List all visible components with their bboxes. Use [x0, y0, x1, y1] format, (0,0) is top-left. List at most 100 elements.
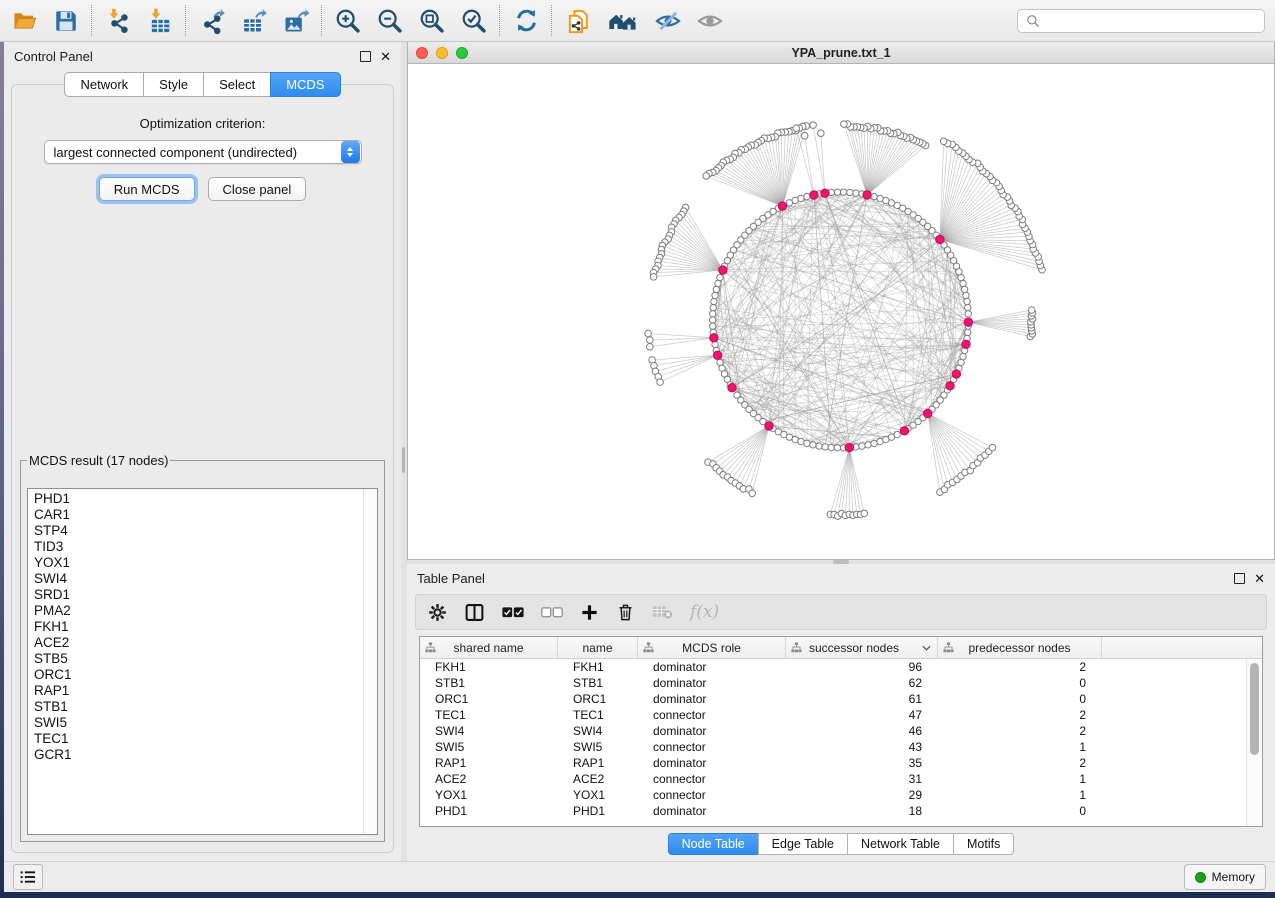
deselect-all-button[interactable]: [541, 606, 563, 619]
shared-column-icon: [943, 642, 954, 653]
table-cell: 1: [938, 788, 1102, 802]
open-file-button[interactable]: [10, 7, 38, 35]
mcds-result-item[interactable]: SWI4: [34, 571, 371, 587]
show-all-button[interactable]: [696, 7, 724, 35]
column-header-name[interactable]: name: [558, 637, 638, 658]
mcds-result-item[interactable]: FKH1: [34, 619, 371, 635]
memory-button[interactable]: Memory: [1184, 864, 1266, 890]
table-row[interactable]: ACE2ACE2connector311: [420, 771, 1262, 787]
float-panel-icon[interactable]: [360, 51, 371, 62]
mcds-result-title: MCDS result (17 nodes): [27, 453, 170, 468]
scrollbar-thumb[interactable]: [1250, 663, 1259, 755]
table-cell: 0: [938, 804, 1102, 818]
hide-selected-button[interactable]: [654, 7, 682, 35]
import-network-icon: [104, 7, 132, 35]
criterion-select[interactable]: largest connected component (undirected): [44, 140, 362, 164]
close-panel-button[interactable]: Close panel: [208, 177, 307, 201]
show-panels-button[interactable]: [13, 864, 43, 890]
zoom-fit-button[interactable]: [418, 7, 446, 35]
refresh-view-button[interactable]: [512, 7, 540, 35]
network-view[interactable]: [408, 64, 1274, 559]
table-cell: 29: [786, 788, 938, 802]
mcds-result-item[interactable]: ACE2: [34, 635, 371, 651]
table-cell: 2: [938, 660, 1102, 674]
table-row[interactable]: ORC1ORC1dominator610: [420, 691, 1262, 707]
close-panel-icon[interactable]: ✕: [1254, 572, 1265, 585]
table-row[interactable]: TEC1TEC1connector472: [420, 707, 1262, 723]
export-image-button[interactable]: [282, 7, 310, 35]
table-panel-title: Table Panel: [417, 571, 1234, 586]
tab-motifs[interactable]: Motifs: [953, 833, 1014, 855]
mcds-result-item[interactable]: PMA2: [34, 603, 371, 619]
column-header-shared-name[interactable]: shared name: [420, 637, 558, 658]
node-table: shared namenameMCDS rolesuccessor nodesp…: [419, 636, 1263, 827]
float-panel-icon[interactable]: [1234, 573, 1245, 584]
first-neighbors-button[interactable]: [606, 7, 640, 35]
mcds-result-item[interactable]: TID3: [34, 539, 371, 555]
mcds-result-item[interactable]: STB5: [34, 651, 371, 667]
column-header-predecessor-nodes[interactable]: predecessor nodes: [938, 637, 1102, 658]
import-table-button[interactable]: [146, 7, 174, 35]
mcds-result-scrollbar[interactable]: [363, 489, 377, 834]
table-cell: connector: [638, 740, 786, 754]
run-mcds-button[interactable]: Run MCDS: [99, 177, 195, 201]
zoom-selected-button[interactable]: [460, 7, 488, 35]
save-floppy-icon: [53, 8, 79, 34]
table-cell: 0: [938, 676, 1102, 690]
mcds-result-item[interactable]: CAR1: [34, 507, 371, 523]
vertical-splitter[interactable]: [401, 42, 407, 861]
tab-mcds[interactable]: MCDS: [270, 72, 340, 97]
column-header-successor-nodes[interactable]: successor nodes: [786, 637, 938, 658]
duplicate-network-button[interactable]: [564, 7, 592, 35]
table-cell: dominator: [638, 756, 786, 770]
tab-edge-table[interactable]: Edge Table: [758, 833, 847, 855]
mcds-result-item[interactable]: SWI5: [34, 715, 371, 731]
mcds-result-item[interactable]: RAP1: [34, 683, 371, 699]
table-row[interactable]: PHD1PHD1dominator180: [420, 803, 1262, 819]
save-session-button[interactable]: [52, 7, 80, 35]
mcds-result-item[interactable]: ORC1: [34, 667, 371, 683]
tab-select[interactable]: Select: [203, 72, 270, 97]
zoom-in-button[interactable]: [334, 7, 362, 35]
table-cell: dominator: [638, 804, 786, 818]
table-cell: 43: [786, 740, 938, 754]
horizontal-splitter[interactable]: [407, 560, 1275, 564]
table-cell: connector: [638, 772, 786, 786]
table-row[interactable]: FKH1FKH1dominator962: [420, 659, 1262, 675]
tab-network-table[interactable]: Network Table: [847, 833, 953, 855]
table-row[interactable]: SWI5SWI5connector431: [420, 739, 1262, 755]
table-cell: 61: [786, 692, 938, 706]
table-row[interactable]: RAP1RAP1dominator352: [420, 755, 1262, 771]
table-scrollbar[interactable]: [1246, 659, 1262, 826]
open-folder-icon: [11, 7, 38, 34]
table-settings-button[interactable]: [428, 603, 447, 622]
tab-network[interactable]: Network: [64, 72, 143, 97]
mcds-result-item[interactable]: STP4: [34, 523, 371, 539]
table-row[interactable]: STB1STB1dominator620: [420, 675, 1262, 691]
select-all-button[interactable]: [502, 606, 524, 619]
table-row[interactable]: SWI4SWI4dominator462: [420, 723, 1262, 739]
export-network-icon: [198, 7, 226, 35]
zoom-out-button[interactable]: [376, 7, 404, 35]
tab-style[interactable]: Style: [143, 72, 203, 97]
export-network-button[interactable]: [198, 7, 226, 35]
import-network-button[interactable]: [104, 7, 132, 35]
search-input[interactable]: [1045, 13, 1256, 29]
column-header-mcds-role[interactable]: MCDS role: [638, 637, 786, 658]
mcds-result-item[interactable]: GCR1: [34, 747, 371, 763]
tab-node-table[interactable]: Node Table: [668, 833, 758, 855]
add-column-button[interactable]: [580, 603, 599, 622]
show-column-button[interactable]: [464, 602, 485, 623]
close-panel-icon[interactable]: ✕: [380, 50, 391, 63]
table-row[interactable]: YOX1YOX1connector291: [420, 787, 1262, 803]
mcds-result-item[interactable]: SRD1: [34, 587, 371, 603]
mcds-result-item[interactable]: PHD1: [34, 491, 371, 507]
mcds-result-item[interactable]: TEC1: [34, 731, 371, 747]
export-table-button[interactable]: [240, 7, 268, 35]
mcds-result-item[interactable]: STB1: [34, 699, 371, 715]
network-canvas[interactable]: [408, 64, 1274, 559]
mcds-result-item[interactable]: YOX1: [34, 555, 371, 571]
table-cell: connector: [638, 788, 786, 802]
delete-column-button[interactable]: [616, 603, 635, 622]
control-panel-header: Control Panel ✕: [4, 42, 401, 68]
